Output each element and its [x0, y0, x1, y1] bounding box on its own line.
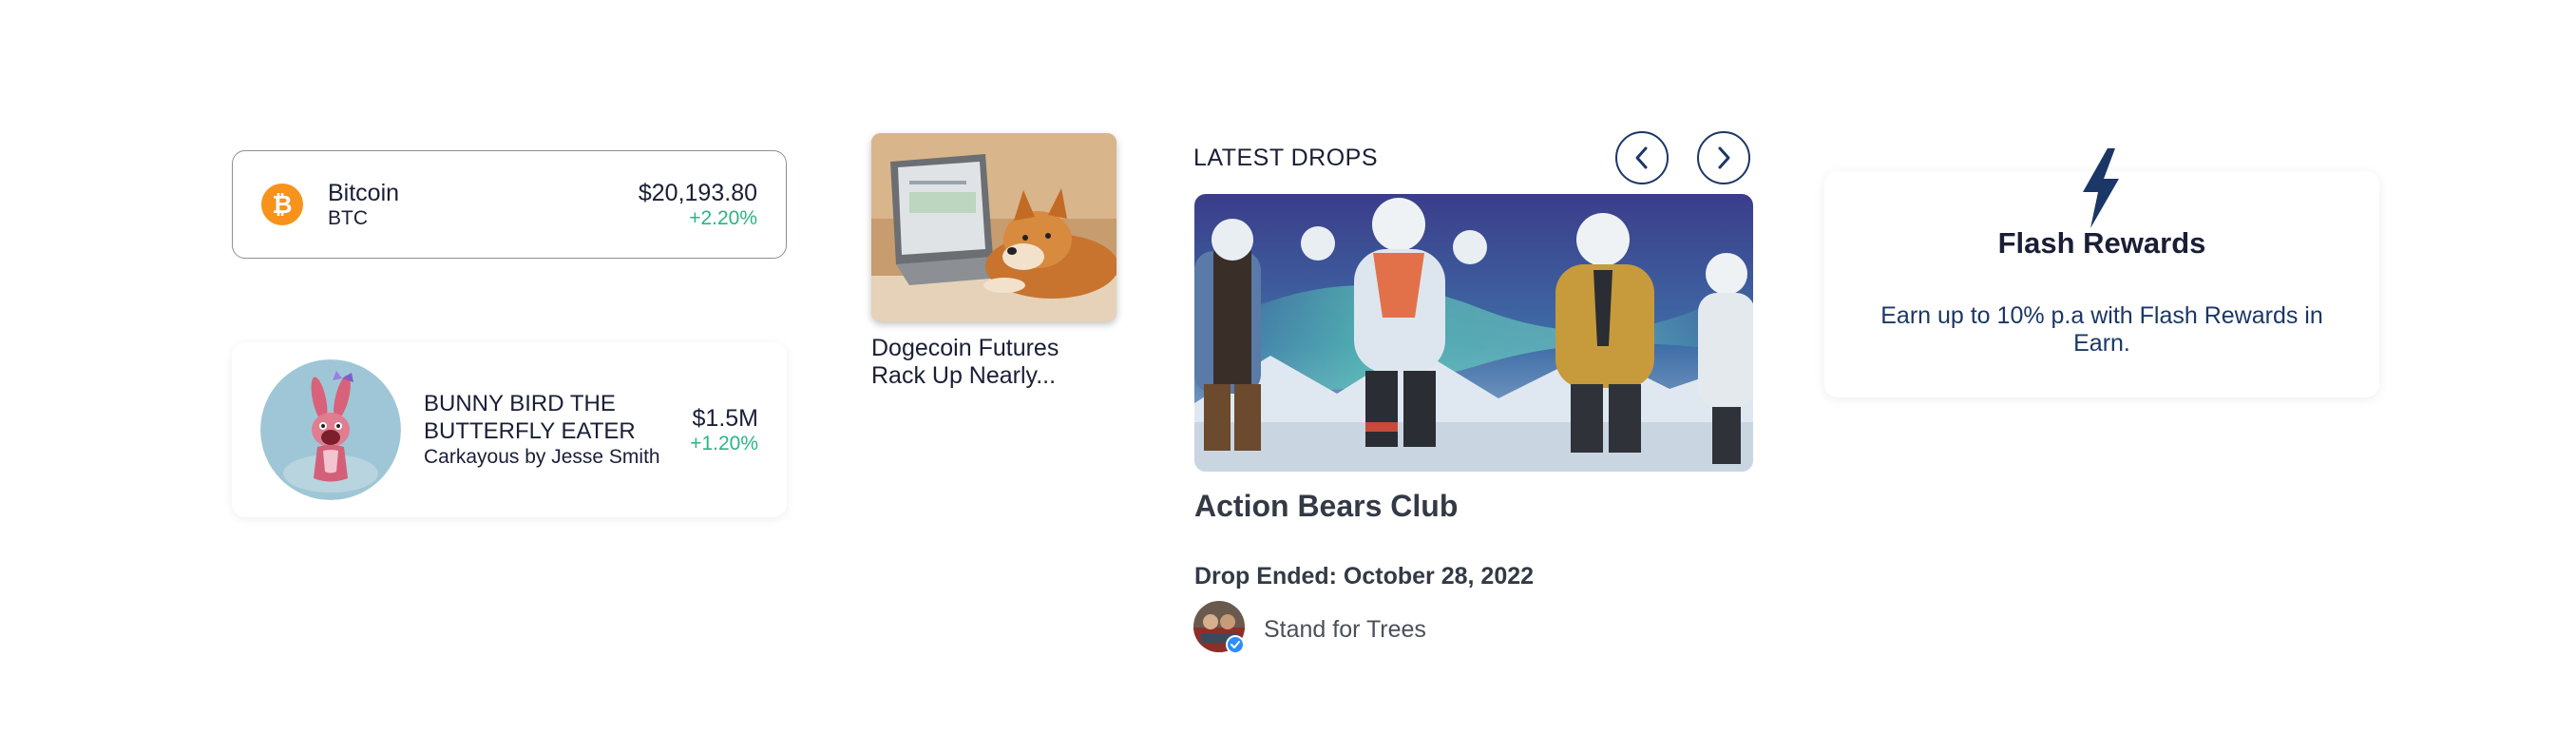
drop-image[interactable] — [1194, 194, 1753, 472]
carousel-next-button[interactable] — [1697, 131, 1750, 184]
latest-drops-heading: LATEST DROPS — [1193, 145, 1379, 171]
chevron-right-icon — [1718, 146, 1730, 169]
coin-price: $20,193.80 — [638, 180, 757, 206]
drop-title[interactable]: Action Bears Club — [1194, 489, 1458, 524]
nft-title: BUNNY BIRD THE BUTTERFLY EATER — [424, 391, 636, 444]
nft-change: +1.20% — [690, 433, 758, 455]
nft-artist: Carkayous by Jesse Smith — [424, 446, 660, 468]
chevron-left-icon — [1635, 146, 1648, 169]
creator-name[interactable]: Stand for Trees — [1264, 616, 1426, 644]
nft-price: $1.5M — [692, 405, 758, 432]
coin-card-bitcoin[interactable]: ₿ Bitcoin BTC $20,193.80 +2.20% — [232, 150, 787, 259]
nft-avatar — [260, 359, 401, 500]
flash-rewards-title: Flash Rewards — [1997, 226, 2206, 260]
drop-date: Drop Ended: October 28, 2022 — [1194, 563, 1535, 590]
svg-text:₿: ₿ — [272, 191, 292, 219]
coin-change: +2.20% — [689, 207, 757, 229]
news-title[interactable]: Dogecoin Futures Rack Up Nearly... — [871, 335, 1118, 390]
news-thumbnail[interactable] — [871, 133, 1116, 321]
lightning-icon — [2075, 148, 2127, 228]
verified-badge-icon — [1226, 635, 1245, 654]
nft-card[interactable]: BUNNY BIRD THE BUTTERFLY EATER Carkayous… — [232, 342, 787, 517]
coin-name: Bitcoin — [328, 180, 400, 206]
carousel-prev-button[interactable] — [1615, 131, 1669, 184]
coin-ticker: BTC — [328, 207, 368, 229]
flash-rewards-description: Earn up to 10% p.a with Flash Rewards in… — [1880, 302, 2323, 357]
bitcoin-icon: ₿ — [261, 184, 303, 225]
